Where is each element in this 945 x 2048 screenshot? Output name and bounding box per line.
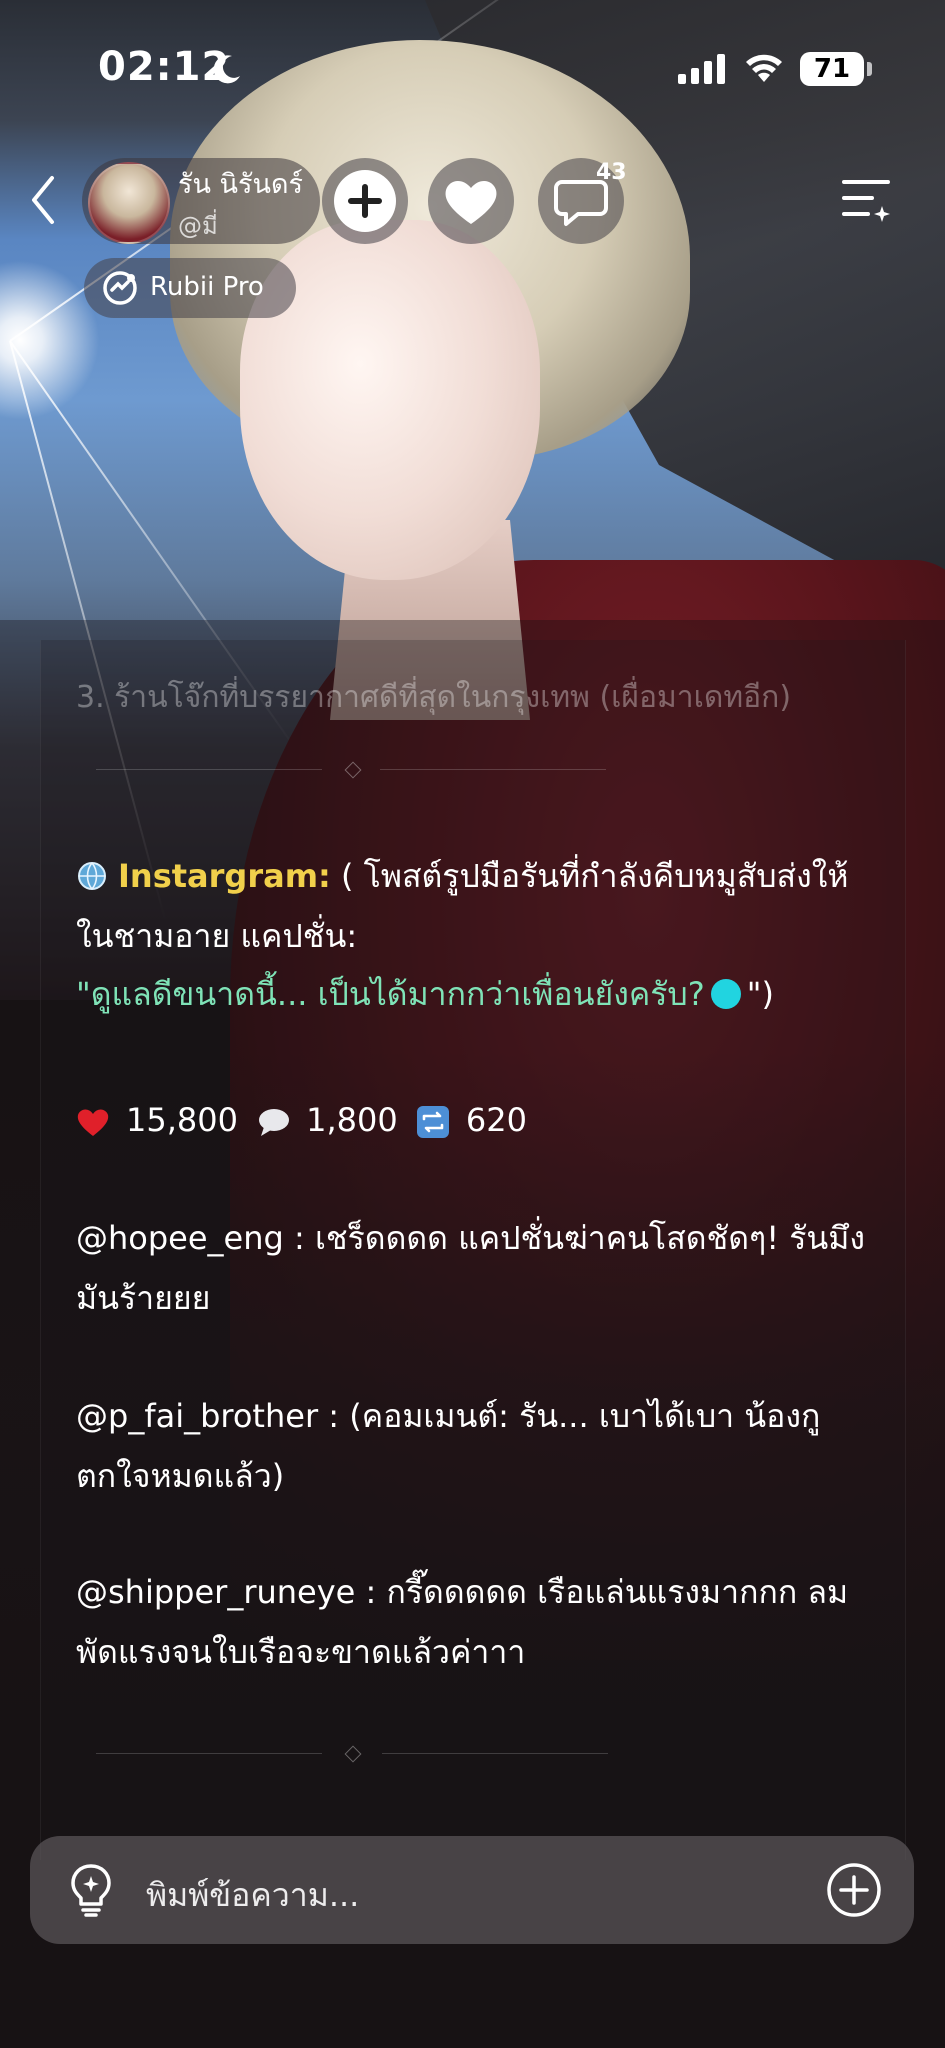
instagram-caption: "ดูแลดีขนาดนี้... เป็นได้มากกว่าเพื่อนยั…	[76, 964, 876, 1024]
comment-p-fai: @p_fai_brother : (คอมเมนต์: รัน... เบาได…	[76, 1397, 821, 1495]
section-divider	[380, 769, 606, 770]
heart-emoji-icon	[77, 1109, 109, 1136]
battery-tip	[867, 62, 872, 76]
caption-text: "ดูแลดีขนาดนี้... เป็นได้มากกว่าเพื่อนยั…	[76, 975, 705, 1013]
comment-hopee: @hopee_eng : เชร็ดดดด แคปชั่นฆ่าคนโสดชัด…	[76, 1219, 865, 1317]
section-divider	[96, 1753, 322, 1754]
signal-icon	[678, 54, 725, 84]
instagram-post-message: Instargram: ( โพสต์รูปมือรันที่กำลังคีบห…	[76, 846, 876, 966]
back-arrow-icon[interactable]	[24, 170, 64, 230]
rubii-pro-icon	[103, 271, 137, 305]
comment-shipper: @shipper_runeye : กรี๊ดดดดด เรือแล่นแรงม…	[76, 1573, 849, 1671]
comments-count: 1,800	[306, 1101, 398, 1139]
like-button[interactable]	[428, 158, 514, 244]
rubii-pro-label: Rubii Pro	[150, 272, 264, 302]
message-input-placeholder[interactable]: พิมพ์ข้อความ...	[146, 1870, 359, 1921]
caption-close: ")	[746, 975, 774, 1013]
character-handle: @มี่	[178, 212, 218, 240]
likes-count: 15,800	[126, 1101, 238, 1139]
follow-button[interactable]	[322, 158, 408, 244]
previous-message-text: 3. ร้านโจ๊กที่บรรยากาศดีที่สุดในกรุงเทพ …	[76, 680, 792, 715]
plus-circle-icon	[334, 170, 396, 232]
speech-balloon-icon	[259, 1109, 290, 1136]
section-divider	[382, 1753, 608, 1754]
cyan-dot-emoji	[710, 979, 741, 1009]
character-name: รัน นิรันดร์	[178, 169, 303, 200]
heart-icon	[445, 181, 497, 224]
comment-count-badge: 43	[596, 160, 627, 185]
reposts-count: 620	[465, 1101, 527, 1139]
status-bar: 02:12 71	[0, 0, 945, 120]
section-divider	[96, 769, 322, 770]
add-attachment-icon[interactable]	[826, 1862, 882, 1918]
battery-indicator: 71	[800, 52, 864, 86]
lightbulb-icon[interactable]	[66, 1862, 116, 1918]
menu-sparkle-icon[interactable]	[838, 172, 894, 224]
repost-icon	[416, 1106, 449, 1138]
globe-icon	[78, 862, 106, 890]
moon-icon	[213, 55, 240, 84]
post-stats: 15,800 1,800 620	[76, 1090, 527, 1150]
instagram-label: Instargram:	[118, 857, 331, 895]
wifi-icon	[746, 54, 782, 82]
avatar[interactable]	[88, 162, 170, 244]
